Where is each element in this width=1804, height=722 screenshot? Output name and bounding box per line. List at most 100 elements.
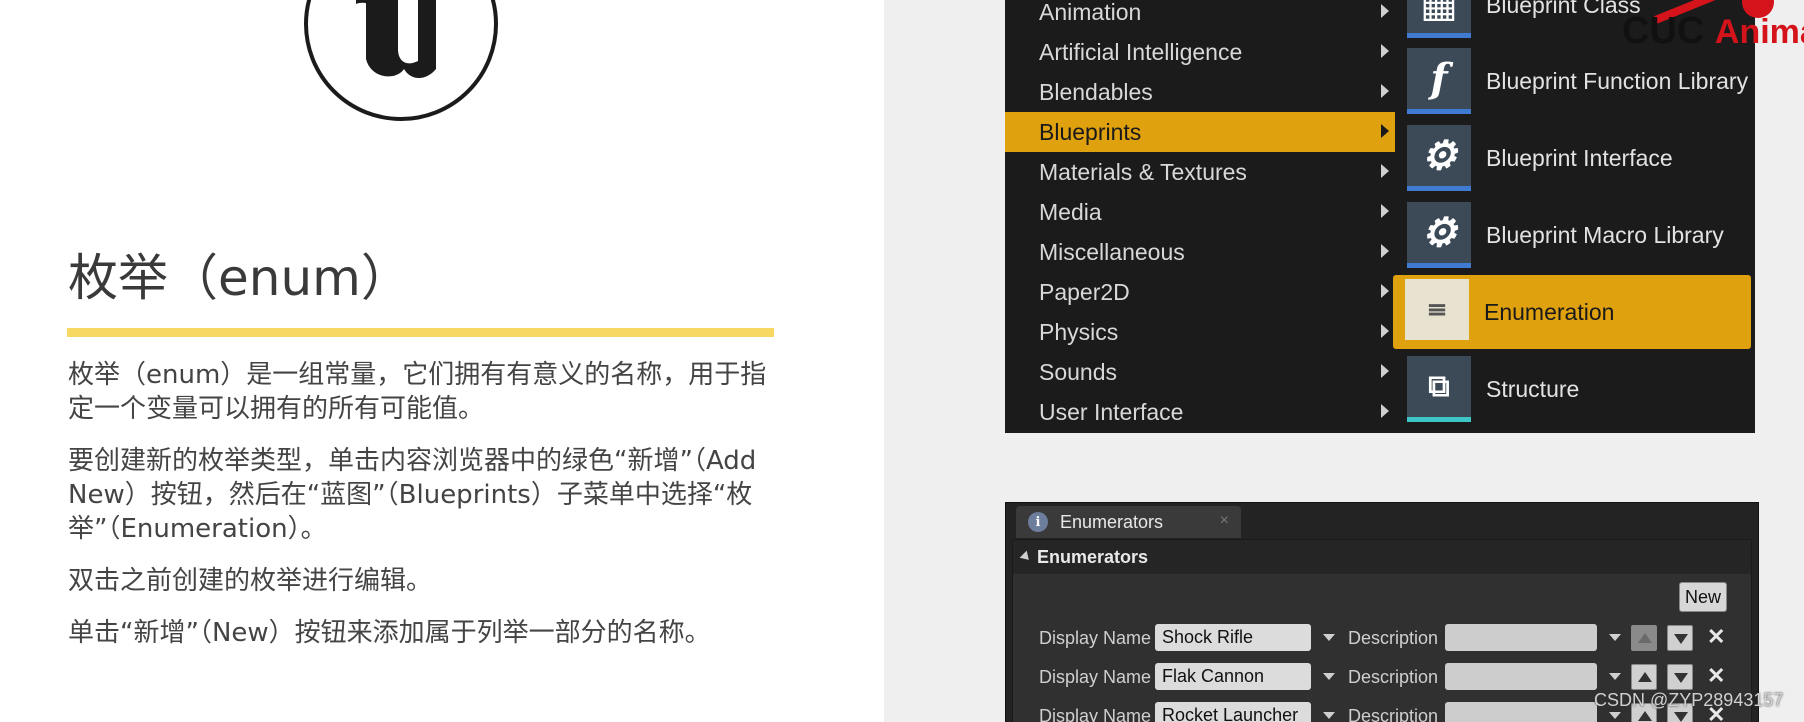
csdn-watermark: CSDN @ZYP28943157: [1594, 690, 1784, 710]
chevron-down-icon[interactable]: [1323, 634, 1335, 641]
chevron-down-icon[interactable]: [1609, 712, 1621, 719]
slide-title: 枚举（enum）: [68, 249, 411, 307]
move-up-button[interactable]: [1631, 625, 1657, 651]
menu-item-label: Physics: [1039, 318, 1119, 345]
watermark-suffix: Anima: [1714, 13, 1804, 51]
cuc-watermark: CUC Anima: [1622, 10, 1804, 53]
chevron-right-icon: [1381, 204, 1389, 218]
paragraph: 枚举（enum）是一组常量，它们拥有有意义的名称，用于指定一个变量可以拥有的所有…: [68, 360, 767, 424]
menu-item-materials-textures[interactable]: Materials & Textures: [1005, 152, 1395, 192]
chevron-right-icon: [1381, 164, 1389, 178]
menu-item-label: Materials & Textures: [1039, 158, 1247, 185]
add-new-menu: Animation Artificial Intelligence Blenda…: [1005, 0, 1755, 433]
chevron-right-icon: [1381, 404, 1389, 418]
description-label: Description: [1348, 667, 1439, 687]
menu-item-label: Miscellaneous: [1039, 238, 1185, 265]
chevron-right-icon: [1381, 284, 1389, 298]
blueprint-interface-icon: ⚙: [1407, 125, 1471, 191]
chevron-right-icon: [1381, 364, 1389, 378]
move-down-button[interactable]: [1667, 625, 1693, 651]
submenu-item-blueprint-function-library[interactable]: f Blueprint Function Library: [1395, 44, 1755, 118]
enumerators-panel: i Enumerators × Enumerators New Display …: [1005, 502, 1759, 722]
menu-item-label: Sounds: [1039, 358, 1118, 385]
slide-panel: 枚举（enum） 枚举（enum）是一组常量，它们拥有有意义的名称，用于指定一个…: [0, 0, 884, 722]
move-up-button[interactable]: [1631, 664, 1657, 690]
menu-item-physics[interactable]: Physics: [1005, 312, 1395, 352]
display-name-label: Display Name: [1039, 706, 1152, 722]
paragraph: 双击之前创建的枚举进行编辑。: [68, 566, 433, 596]
chevron-down-icon[interactable]: [1609, 634, 1621, 641]
watermark-prefix: CUC: [1622, 10, 1705, 52]
display-name-field[interactable]: Flak Cannon: [1155, 663, 1311, 690]
enumerator-row: Display Name Flak Cannon Description ✕: [1013, 661, 1751, 693]
move-down-button[interactable]: [1667, 664, 1693, 690]
submenu-item-blueprint-interface[interactable]: ⚙ Blueprint Interface: [1395, 121, 1755, 195]
submenu-item-enumeration[interactable]: ≡ Enumeration: [1393, 275, 1751, 349]
enumerators-section-header[interactable]: Enumerators: [1013, 540, 1751, 574]
display-name-field[interactable]: Shock Rifle: [1155, 624, 1311, 651]
submenu-item-label: Blueprint Interface: [1486, 144, 1673, 171]
chevron-right-icon: [1381, 124, 1389, 138]
menu-item-miscellaneous[interactable]: Miscellaneous: [1005, 232, 1395, 272]
tab-label: Enumerators: [1060, 511, 1164, 532]
paragraph: 单击“新增”（New）按钮来添加属于列举一部分的名称。: [68, 618, 711, 648]
function-library-icon: f: [1407, 48, 1471, 114]
submenu-item-label: Blueprint Class: [1486, 0, 1641, 18]
close-icon[interactable]: ×: [1220, 512, 1229, 530]
menu-item-label: Media: [1039, 198, 1102, 225]
menu-item-blendables[interactable]: Blendables: [1005, 72, 1395, 112]
menu-item-label: Blendables: [1039, 78, 1153, 105]
paragraph: 要创建新的枚举类型，单击内容浏览器中的绿色“新增”（Add New）按钮，然后在…: [68, 446, 757, 544]
unreal-logo-icon: [304, 0, 498, 121]
menu-item-user-interface[interactable]: User Interface: [1005, 392, 1395, 432]
description-field[interactable]: [1445, 624, 1597, 651]
enumeration-icon: ≡: [1405, 279, 1469, 345]
delete-icon[interactable]: ✕: [1707, 624, 1725, 650]
collapse-arrow-icon: [1019, 550, 1033, 564]
chevron-right-icon: [1381, 244, 1389, 258]
blueprint-class-icon: ▦: [1407, 0, 1471, 38]
menu-item-animation[interactable]: Animation: [1005, 0, 1395, 32]
chevron-right-icon: [1381, 44, 1389, 58]
chevron-right-icon: [1381, 84, 1389, 98]
submenu-item-label: Structure: [1486, 375, 1580, 402]
display-name-label: Display Name: [1039, 628, 1152, 648]
chevron-down-icon[interactable]: [1323, 712, 1335, 719]
chevron-right-icon: [1381, 4, 1389, 18]
menu-item-label: Animation: [1039, 0, 1142, 25]
menu-item-paper2d[interactable]: Paper2D: [1005, 272, 1395, 312]
display-name-field[interactable]: Rocket Launcher: [1155, 702, 1311, 722]
menu-item-label: Paper2D: [1039, 278, 1130, 305]
menu-item-label: User Interface: [1039, 398, 1184, 425]
title-underline: [67, 328, 774, 337]
info-icon: i: [1028, 512, 1048, 532]
menu-item-blueprints[interactable]: Blueprints: [1005, 112, 1395, 152]
section-label: Enumerators: [1037, 546, 1149, 567]
tab-enumerators[interactable]: i Enumerators ×: [1016, 506, 1241, 538]
menu-item-label: Artificial Intelligence: [1039, 38, 1243, 65]
description-label: Description: [1348, 628, 1439, 648]
enumerator-row: Display Name Shock Rifle Description ✕: [1013, 622, 1751, 654]
delete-icon[interactable]: ✕: [1707, 663, 1725, 689]
description-field[interactable]: [1445, 663, 1597, 690]
chevron-down-icon[interactable]: [1609, 673, 1621, 680]
menu-item-media[interactable]: Media: [1005, 192, 1395, 232]
submenu-item-blueprint-macro-library[interactable]: ⚙ Blueprint Macro Library: [1395, 198, 1755, 272]
chevron-right-icon: [1381, 324, 1389, 338]
category-list: Animation Artificial Intelligence Blenda…: [1005, 0, 1395, 433]
macro-library-icon: ⚙: [1407, 202, 1471, 268]
submenu-item-label: Enumeration: [1484, 298, 1615, 325]
menu-item-label: Blueprints: [1039, 118, 1142, 145]
submenu-item-label: Blueprint Macro Library: [1486, 221, 1724, 248]
submenu-item-structure[interactable]: ⧉ Structure: [1395, 352, 1755, 426]
description-label: Description: [1348, 706, 1439, 722]
menu-item-sounds[interactable]: Sounds: [1005, 352, 1395, 392]
new-enumerator-button[interactable]: New: [1679, 582, 1727, 612]
description-field[interactable]: [1445, 702, 1597, 722]
chevron-down-icon[interactable]: [1323, 673, 1335, 680]
menu-item-artificial-intelligence[interactable]: Artificial Intelligence: [1005, 32, 1395, 72]
submenu-item-label: Blueprint Function Library: [1486, 67, 1749, 94]
structure-icon: ⧉: [1407, 356, 1471, 422]
slide-body: 枚举（enum）是一组常量，它们拥有有意义的名称，用于指定一个变量可以拥有的所有…: [68, 358, 768, 668]
blueprints-submenu: ▦ Blueprint Class f Blueprint Function L…: [1393, 0, 1755, 433]
